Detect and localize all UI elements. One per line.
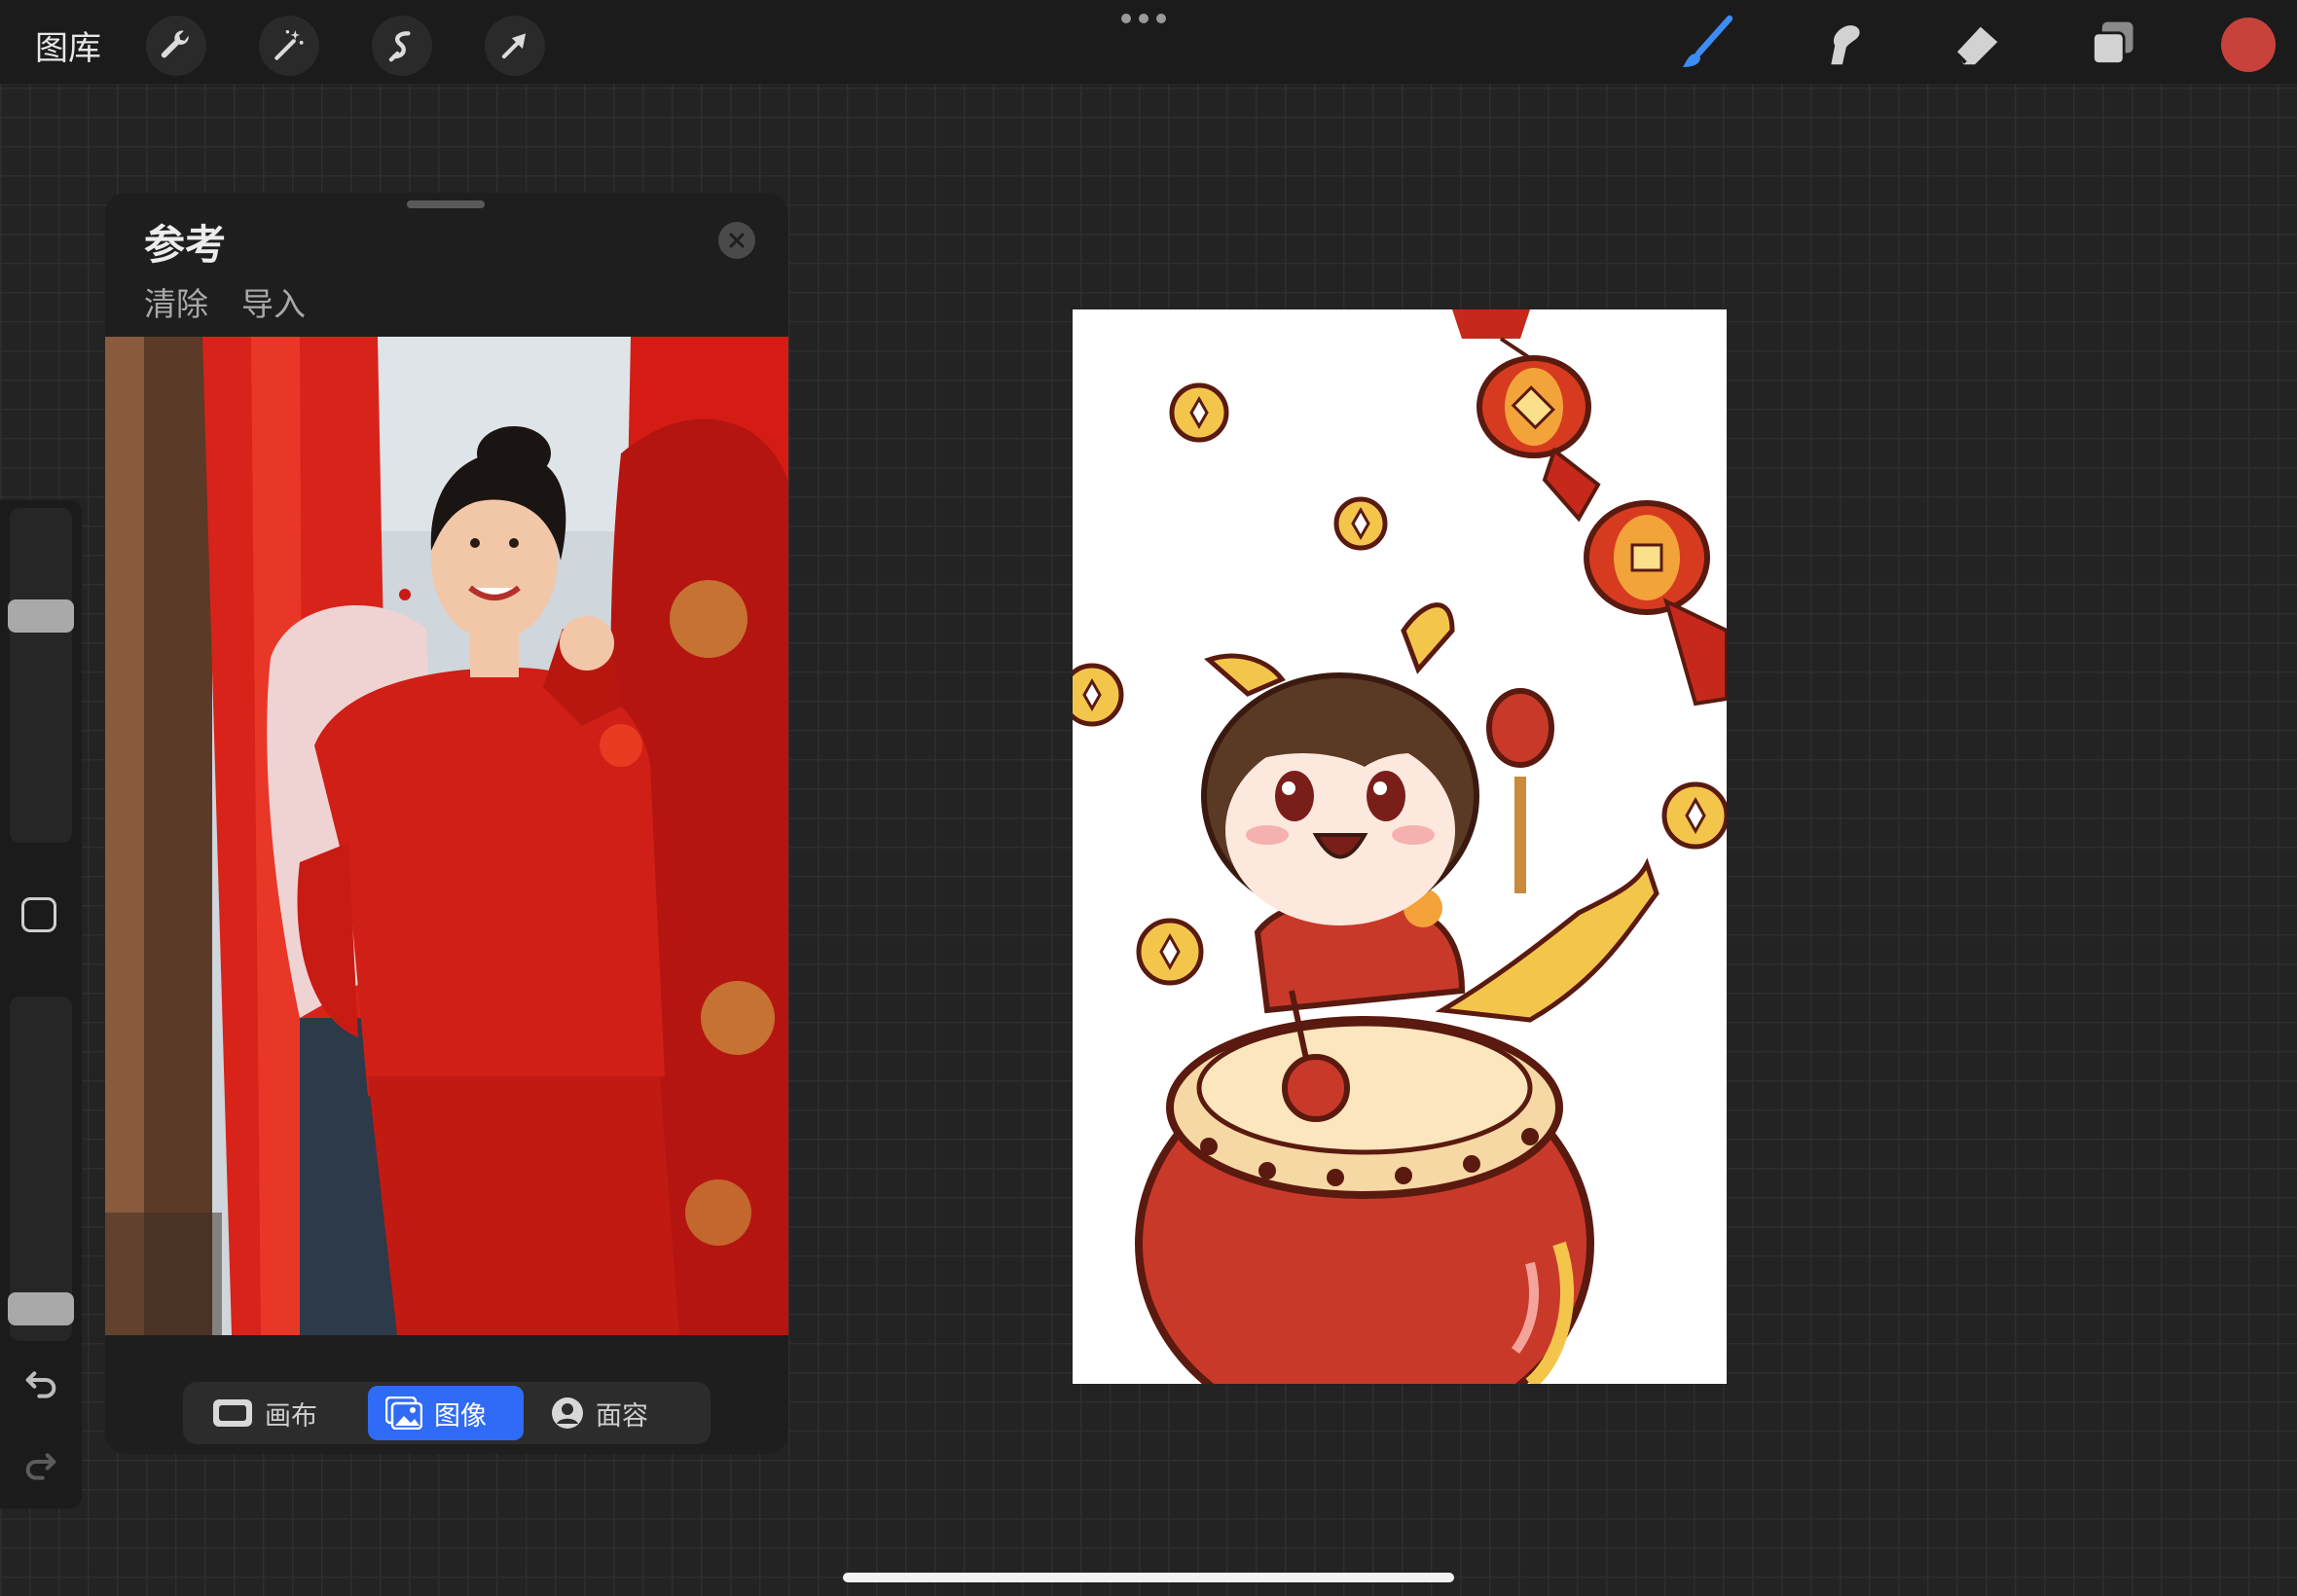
panel-drag-handle[interactable]	[407, 200, 485, 208]
smudge-icon	[1831, 25, 1860, 65]
eraser-tool-button[interactable]	[1947, 14, 2007, 74]
selection-button[interactable]	[372, 16, 432, 76]
brush-size-thumb[interactable]	[8, 599, 74, 633]
magic-wand-icon	[274, 30, 304, 60]
brush-size-slider[interactable]	[8, 508, 74, 843]
tab-image-label: 图像	[434, 1400, 487, 1432]
top-toolbar: 图库	[0, 0, 2297, 84]
tab-canvas-label: 画布	[265, 1400, 317, 1432]
brush-tool-button[interactable]	[1676, 14, 1736, 74]
canvas-icon	[213, 1399, 252, 1427]
smudge-tool-button[interactable]	[1810, 14, 1871, 74]
redo-icon	[25, 1453, 56, 1480]
reference-panel: 参考 清除 导入 画布 图像 面容	[105, 193, 788, 1454]
image-icon	[385, 1396, 422, 1430]
transform-button[interactable]	[485, 16, 545, 76]
face-icon	[552, 1397, 583, 1429]
import-button[interactable]: 导入	[241, 278, 306, 325]
redo-button[interactable]	[19, 1440, 62, 1483]
opacity-thumb[interactable]	[8, 1292, 74, 1325]
gallery-button[interactable]: 图库	[35, 21, 101, 69]
selection-icon	[388, 31, 411, 62]
adjustments-button[interactable]	[259, 16, 319, 76]
drawing-canvas[interactable]	[1073, 309, 1727, 1384]
tab-canvas[interactable]: 画布	[195, 1386, 360, 1440]
more-options-icon[interactable]	[1121, 14, 1166, 23]
wrench-icon	[161, 30, 189, 58]
modify-button[interactable]	[21, 897, 56, 932]
tab-face[interactable]: 面容	[533, 1386, 699, 1440]
reference-image[interactable]	[105, 337, 788, 1335]
home-indicator[interactable]	[843, 1573, 1454, 1582]
brush-icon	[1683, 15, 1733, 67]
drum	[1135, 1016, 1594, 1384]
left-sidebar	[0, 500, 82, 1508]
color-picker-button[interactable]	[2221, 18, 2276, 72]
layers-icon	[2092, 21, 2133, 65]
transform-arrow-icon	[501, 33, 527, 59]
clear-button[interactable]: 清除	[144, 278, 208, 325]
close-icon	[729, 233, 745, 248]
eraser-icon	[1954, 26, 1998, 65]
tab-image[interactable]: 图像	[368, 1386, 524, 1440]
undo-button[interactable]	[19, 1359, 62, 1401]
reference-mode-tabs: 画布 图像 面容	[183, 1382, 711, 1444]
panel-title: 参考	[144, 221, 227, 269]
actions-wrench-button[interactable]	[146, 16, 206, 76]
tab-face-label: 面容	[596, 1400, 648, 1432]
layers-button[interactable]	[2083, 14, 2143, 74]
close-button[interactable]	[718, 222, 755, 259]
opacity-slider[interactable]	[8, 997, 74, 1341]
undo-icon	[25, 1371, 56, 1398]
